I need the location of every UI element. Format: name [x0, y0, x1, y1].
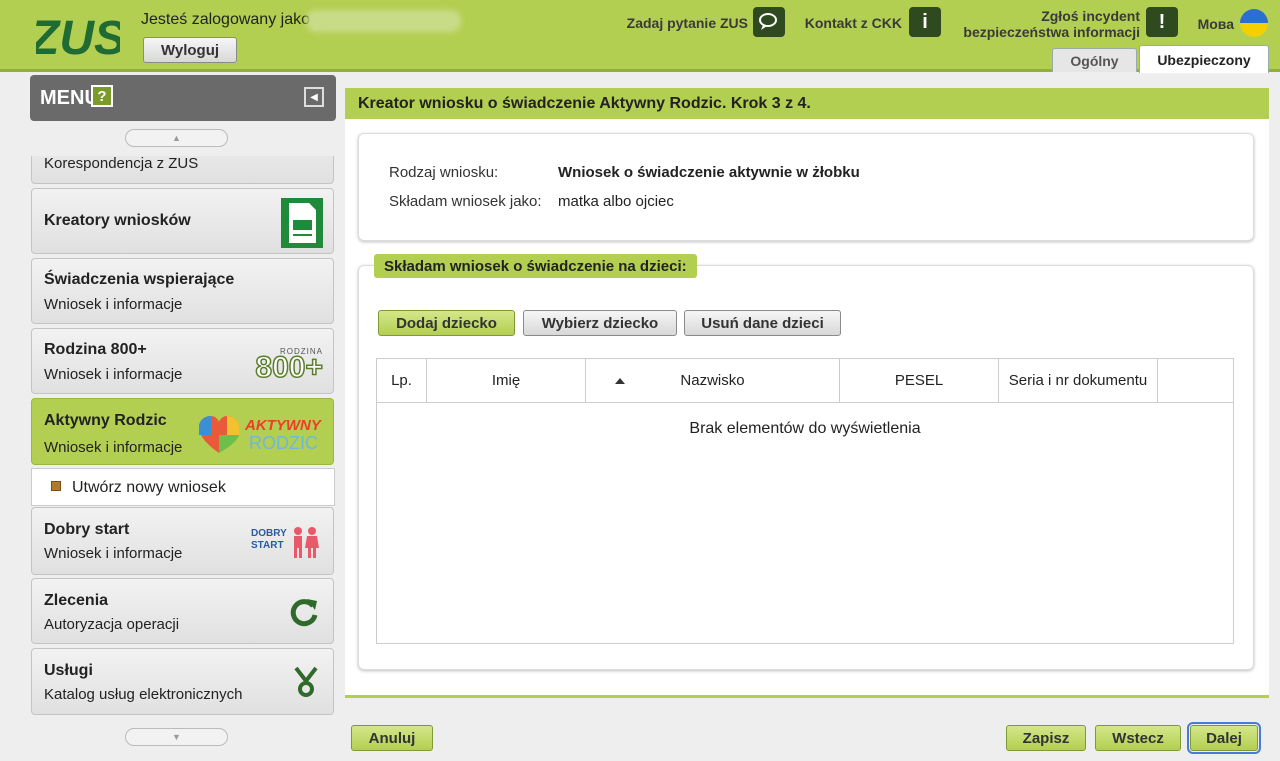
sidebar-item-support-benefits[interactable]: Świadczenia wspierające Wniosek i inform…: [31, 258, 334, 324]
sidebar-item-sublabel: Wniosek i informacje: [44, 366, 183, 383]
sidebar-item-dobry-start[interactable]: Dobry start Wniosek i informacje DOBRY S…: [31, 507, 334, 575]
sidebar-item-sublabel: Katalog usług elektronicznych: [44, 686, 243, 703]
logo-text: START: [251, 540, 284, 551]
add-child-button[interactable]: Dodaj dziecko: [378, 310, 515, 336]
column-header-actions: [1158, 359, 1233, 403]
zus-logo[interactable]: ZUS: [36, 8, 120, 62]
application-type-value: Wniosek o świadczenie aktywnie w żłobku: [558, 164, 860, 181]
column-header-first-name[interactable]: Imię: [427, 359, 625, 403]
column-header-document[interactable]: Seria i nr dokumentu: [999, 359, 1158, 403]
sidebar-item-label: Kreatory wniosków: [44, 212, 191, 229]
scroll-down-button[interactable]: ▼: [125, 728, 228, 746]
scroll-up-button[interactable]: ▲: [125, 129, 228, 147]
remove-children-button[interactable]: Usuń dane dzieci: [684, 310, 841, 336]
children-table: Lp. Imię Nazwisko PESEL Seria i nr dokum…: [376, 358, 1234, 644]
warning-icon[interactable]: !: [1146, 7, 1178, 37]
save-button[interactable]: Zapisz: [1006, 725, 1086, 751]
sidebar-item-rodzina-800[interactable]: Rodzina 800+ Wniosek i informacje RODZIN…: [31, 328, 334, 394]
menu-header: MENU ? ◀: [30, 75, 336, 121]
logo-text: 800+: [255, 350, 324, 385]
sidebar-item-sublabel: Wniosek i informacje: [44, 296, 183, 313]
help-icon[interactable]: ?: [91, 85, 113, 107]
empty-table-message: Brak elementów do wyświetlenia: [689, 420, 921, 437]
sidebar-item-label: Zlecenia: [44, 592, 109, 609]
sidebar-item-label: Usługi: [44, 662, 93, 679]
refresh-icon: [290, 599, 318, 627]
logo-text: DOBRY: [251, 528, 287, 539]
sidebar-item-label: Świadczenia wspierające: [44, 271, 235, 288]
sidebar-item-aktywny-rodzic[interactable]: Aktywny Rodzic Wniosek i informacje AKTY…: [31, 398, 334, 465]
services-icon: [294, 666, 318, 697]
chat-icon[interactable]: [753, 7, 785, 37]
back-button[interactable]: Wstecz: [1095, 725, 1181, 751]
application-type-label: Rodzaj wniosku:: [389, 164, 499, 181]
sidebar-item-label: Dobry start: [44, 521, 130, 538]
sidebar-item-label: Aktywny Rodzic: [44, 412, 167, 429]
report-line-2: bezpieczeństwa informacji: [963, 24, 1140, 40]
sidebar-item-sublabel: Wniosek i informacje: [44, 439, 183, 456]
sidebar-menu: Korespondencja z ZUS Kreatory wniosków Ś…: [30, 156, 336, 716]
sidebar-subitem-new-application[interactable]: Utwórz nowy wniosek: [31, 468, 335, 506]
language-link[interactable]: Мова: [1184, 16, 1234, 32]
dobry-start-logo: DOBRY START: [251, 526, 323, 562]
ukraine-flag-icon[interactable]: [1239, 8, 1269, 38]
report-line-1: Zgłoś incydent: [1041, 8, 1140, 24]
children-section-title: Składam wniosek o świadczenie na dzieci:: [374, 254, 697, 278]
report-incident-link[interactable]: Zgłoś incydent bezpieczeństwa informacji: [940, 8, 1140, 40]
logo-text: RODZIC: [249, 433, 318, 453]
applicant-role-value: matka albo ojciec: [558, 193, 674, 210]
tab-general[interactable]: Ogólny: [1052, 48, 1137, 72]
sidebar-item-correspondence[interactable]: Korespondencja z ZUS: [31, 156, 334, 184]
logo-text: AKTYWNY: [245, 417, 321, 434]
wizard-title-bar: Kreator wniosku o świadczenie Aktywny Ro…: [345, 88, 1269, 119]
collapse-menu-icon[interactable]: ◀: [304, 87, 324, 107]
document-form-icon: [281, 198, 323, 248]
column-header-last-name[interactable]: Nazwisko: [586, 359, 840, 403]
application-summary: Rodzaj wniosku: Wniosek o świadczenie ak…: [358, 133, 1254, 241]
sidebar-item-sublabel: Autoryzacja operacji: [44, 616, 180, 633]
logged-in-label: Jesteś zalogowany jako: [141, 11, 310, 28]
aktywny-rodzic-logo: AKTYWNY RODZIC: [197, 415, 323, 455]
sidebar-item-services[interactable]: Usługi Katalog usług elektronicznych: [31, 648, 334, 715]
column-header-pesel[interactable]: PESEL: [840, 359, 999, 403]
sidebar-item-label: Rodzina 800+: [44, 341, 147, 358]
choose-child-button[interactable]: Wybierz dziecko: [523, 310, 677, 336]
ask-question-link[interactable]: Zadaj pytanie ZUS: [610, 15, 748, 31]
info-icon[interactable]: i: [909, 7, 941, 37]
sidebar-subitem-label: Utwórz nowy wniosek: [72, 479, 226, 496]
table-header: Lp. Imię Nazwisko PESEL Seria i nr dokum…: [377, 359, 1233, 403]
sidebar-item-sublabel: Wniosek i informacje: [44, 545, 183, 562]
sidebar-item-application-wizards[interactable]: Kreatory wniosków: [31, 188, 334, 254]
cancel-button[interactable]: Anuluj: [351, 725, 433, 751]
sidebar-item-label: Korespondencja z ZUS: [44, 156, 199, 172]
top-header: ZUS Jesteś zalogowany jako Wyloguj Zadaj…: [0, 0, 1280, 73]
contact-ckk-link[interactable]: Kontakt z CKK: [790, 15, 902, 31]
rodzina-800-logo: RODZINA 800+: [253, 347, 324, 387]
svg-text:ZUS: ZUS: [36, 12, 120, 62]
column-header-label: Imię: [491, 372, 521, 389]
bullet-icon: [51, 481, 61, 491]
logout-button[interactable]: Wyloguj: [143, 37, 237, 63]
next-button[interactable]: Dalej: [1187, 722, 1261, 754]
applicant-role-label: Składam wniosek jako:: [389, 193, 542, 210]
sidebar-item-orders[interactable]: Zlecenia Autoryzacja operacji: [31, 578, 334, 644]
tab-insured[interactable]: Ubezpieczony: [1139, 45, 1269, 73]
blurred-username: [306, 10, 461, 32]
page-title: Kreator wniosku o świadczenie Aktywny Ro…: [358, 95, 811, 112]
column-header-lp[interactable]: Lp.: [377, 359, 427, 403]
